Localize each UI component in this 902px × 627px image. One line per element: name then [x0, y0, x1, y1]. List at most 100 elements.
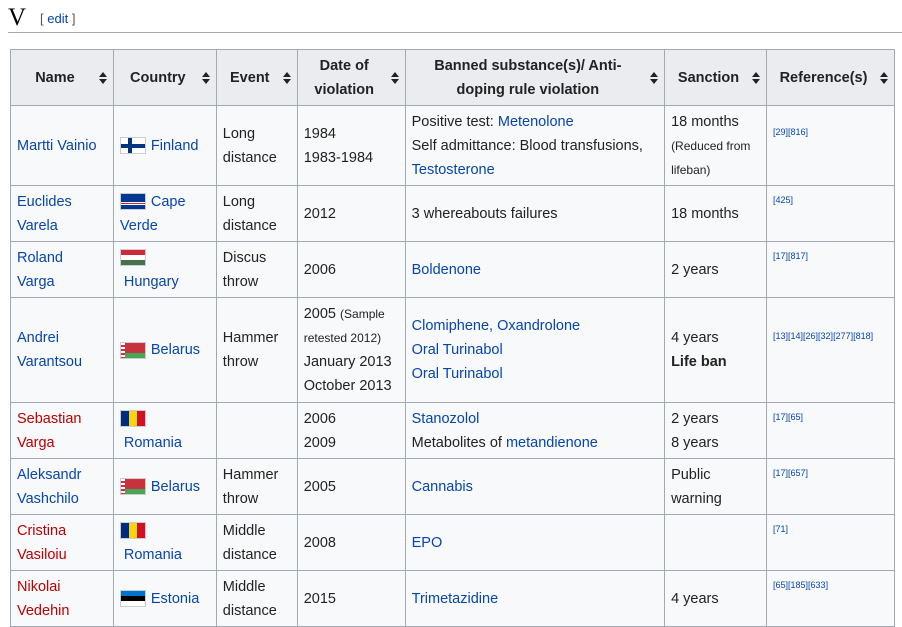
- cell-references: [29][816]: [766, 105, 895, 186]
- substance-link[interactable]: Oral Turinabol: [412, 366, 503, 382]
- athlete-redlink[interactable]: Cristina Vasiloiu: [17, 523, 67, 563]
- event-text: distance: [222, 546, 277, 563]
- athlete-link[interactable]: Aleksandr Vashchilo: [17, 467, 81, 507]
- date-text: 1983-1984: [303, 149, 374, 166]
- substance-link[interactable]: EPO: [412, 535, 443, 551]
- reference-link[interactable]: [817]: [788, 251, 808, 261]
- col-header-label: Event: [230, 69, 270, 86]
- date-text: October 2013: [303, 378, 392, 394]
- sort-arrows-icon[interactable]: [201, 70, 210, 86]
- sort-arrows-icon[interactable]: [390, 70, 399, 86]
- col-header-label: Country: [130, 69, 186, 86]
- name-part: Euclides: [17, 193, 72, 210]
- athlete-link[interactable]: Euclides Varela: [17, 194, 72, 234]
- cell-event: Hammer throw: [215, 458, 298, 515]
- cell-date: 1984 1983-1984: [296, 105, 406, 186]
- sort-arrows-icon[interactable]: [98, 70, 107, 86]
- table-header-row: Name Country Event Date of violation Ban…: [10, 49, 895, 106]
- event-text: Discus: [222, 249, 267, 266]
- cell-sanction: 2 years 8 years: [664, 402, 767, 459]
- cell-name: Sebastian Varga: [10, 402, 114, 459]
- date-text: 2005: [303, 478, 336, 495]
- substance-link[interactable]: Oral Turinabol: [412, 342, 503, 358]
- country-link[interactable]: Romania: [120, 435, 182, 451]
- reference-link[interactable]: [13]: [773, 331, 788, 341]
- sort-arrows-icon[interactable]: [650, 70, 659, 86]
- cell-sanction: 18 months: [664, 185, 767, 242]
- cell-substance: Cannabis: [404, 458, 666, 515]
- cell-sanction: Public warning: [664, 458, 767, 515]
- name-part: Andrei: [17, 330, 59, 346]
- reference-link[interactable]: [29]: [773, 127, 788, 137]
- country-link[interactable]: Hungary: [120, 274, 179, 290]
- sort-arrows-icon[interactable]: [752, 70, 760, 86]
- reference-link[interactable]: [633]: [808, 580, 828, 590]
- sanction-lifeban: Life ban: [671, 354, 727, 370]
- cell-substance: 3 whereabouts failures: [404, 185, 666, 242]
- estonia-flag-icon: [119, 590, 146, 608]
- cell-references: [17][65]: [766, 402, 895, 459]
- substance-link[interactable]: Testosterone: [412, 162, 495, 178]
- event-text: Long: [222, 193, 256, 210]
- substance-link[interactable]: Boldenone: [412, 262, 481, 278]
- col-header-label: Date of violation: [314, 57, 374, 98]
- athlete-link[interactable]: Martti Vainio: [17, 138, 97, 154]
- cell-date: 2006: [296, 241, 406, 298]
- reference-link[interactable]: [32]: [818, 331, 833, 341]
- athlete-redlink[interactable]: Nikolai Vedehin: [17, 579, 69, 619]
- col-header-name[interactable]: Name: [10, 49, 114, 106]
- reference-link[interactable]: [425]: [773, 195, 793, 205]
- reference-link[interactable]: [818]: [853, 331, 873, 341]
- col-header-event[interactable]: Event: [215, 49, 298, 106]
- col-header-sanction[interactable]: Sanction: [664, 49, 767, 106]
- reference-link[interactable]: [71]: [773, 524, 788, 534]
- country-link[interactable]: Belarus: [151, 342, 200, 358]
- reference-link[interactable]: [17]: [773, 468, 788, 478]
- cell-country: Romania: [112, 402, 217, 459]
- reference-link[interactable]: [277]: [833, 331, 853, 341]
- cell-date: 2005 (Sample retested 2012) January 2013 O…: [296, 297, 406, 403]
- cell-references: [17][657]: [766, 458, 895, 515]
- substance-link[interactable]: Stanozolol: [412, 411, 480, 427]
- reference-link[interactable]: [17]: [773, 412, 788, 422]
- reference-link[interactable]: [657]: [788, 468, 808, 478]
- reference-link[interactable]: [17]: [773, 251, 788, 261]
- athlete-link[interactable]: Andrei Varantsou: [17, 330, 82, 370]
- cell-references: [65][185][633]: [766, 570, 895, 627]
- event-text: throw: [222, 490, 259, 507]
- substance-link[interactable]: Trimetazidine: [412, 591, 499, 607]
- col-header-date[interactable]: Date of violation: [296, 49, 406, 106]
- col-header-label: Reference(s): [779, 69, 868, 86]
- reference-link[interactable]: [26]: [803, 331, 818, 341]
- col-header-substance[interactable]: Banned substance(s)/ Anti-doping rule vi…: [404, 49, 666, 106]
- edit-link[interactable]: edit: [47, 11, 68, 26]
- substance-link[interactable]: Metenolone: [498, 114, 574, 130]
- substance-text: Metabolites of: [411, 434, 506, 451]
- col-header-country[interactable]: Country: [112, 49, 217, 106]
- finland-flag-icon: [119, 137, 146, 155]
- event-text: Long: [222, 125, 256, 142]
- country-link[interactable]: Romania: [120, 547, 182, 563]
- reference-link[interactable]: [816]: [788, 127, 808, 137]
- athlete-link[interactable]: Roland Varga: [17, 250, 63, 290]
- sanction-note: (Reduced from lifeban): [671, 138, 751, 177]
- sort-arrows-icon[interactable]: [880, 70, 888, 86]
- reference-link[interactable]: [65]: [773, 580, 788, 590]
- athlete-redlink[interactable]: Sebastian Varga: [17, 411, 82, 451]
- substance-link[interactable]: Cannabis: [412, 479, 473, 495]
- country-link[interactable]: Belarus: [151, 479, 200, 495]
- substance-link[interactable]: metandienone: [506, 435, 598, 451]
- sanction-text: 2 years: [671, 261, 719, 278]
- reference-link[interactable]: [14]: [788, 331, 803, 341]
- reference-link[interactable]: [185]: [788, 580, 808, 590]
- col-header-references[interactable]: Reference(s): [766, 49, 895, 106]
- reference-link[interactable]: [65]: [788, 412, 803, 422]
- cell-name: Euclides Varela: [10, 185, 114, 242]
- sort-arrows-icon[interactable]: [282, 70, 291, 86]
- country-link[interactable]: Finland: [151, 138, 199, 154]
- sanction-text: 18 months: [671, 113, 739, 130]
- substance-link[interactable]: Clomiphene, Oxandrolone: [412, 318, 580, 334]
- substance-text: Self admittance: Blood transfusions,: [411, 137, 643, 154]
- cell-references: [425]: [766, 185, 895, 242]
- country-link[interactable]: Estonia: [151, 591, 199, 607]
